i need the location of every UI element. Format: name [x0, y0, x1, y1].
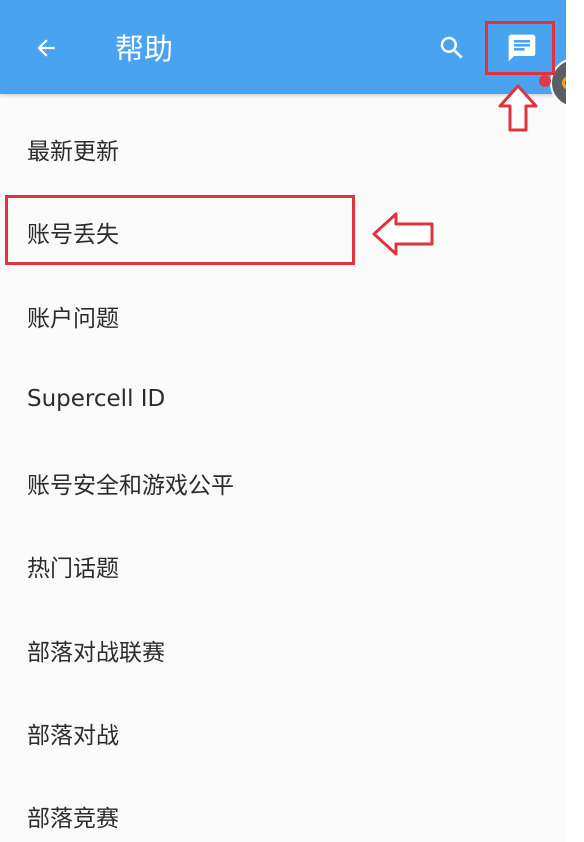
app-bar: 帮助	[0, 0, 566, 94]
page-title: 帮助	[115, 32, 174, 66]
list-item-clan-games[interactable]: 部落竞赛	[0, 781, 566, 842]
screen-edge	[566, 0, 584, 842]
list-item-account-issues[interactable]: 账户问题	[0, 281, 566, 351]
search-button[interactable]	[434, 30, 470, 66]
highlight-box-chat	[485, 21, 555, 75]
list-item-latest-updates[interactable]: 最新更新	[0, 114, 566, 184]
highlight-box-lost-account	[5, 195, 355, 265]
annotation-arrow-left-icon	[372, 212, 434, 256]
back-button[interactable]	[26, 28, 66, 68]
notification-dot	[539, 75, 551, 87]
list-item-supercell-id[interactable]: Supercell ID	[0, 364, 566, 434]
search-icon	[440, 36, 463, 59]
annotation-arrow-up-icon	[498, 84, 538, 132]
list-item-clan-war-league[interactable]: 部落对战联赛	[0, 615, 566, 685]
list-item-account-security[interactable]: 账号安全和游戏公平	[0, 448, 566, 518]
arrow-left-icon	[37, 39, 55, 57]
list-item-clan-wars[interactable]: 部落对战	[0, 698, 566, 768]
list-item-hot-topics[interactable]: 热门话题	[0, 531, 566, 601]
